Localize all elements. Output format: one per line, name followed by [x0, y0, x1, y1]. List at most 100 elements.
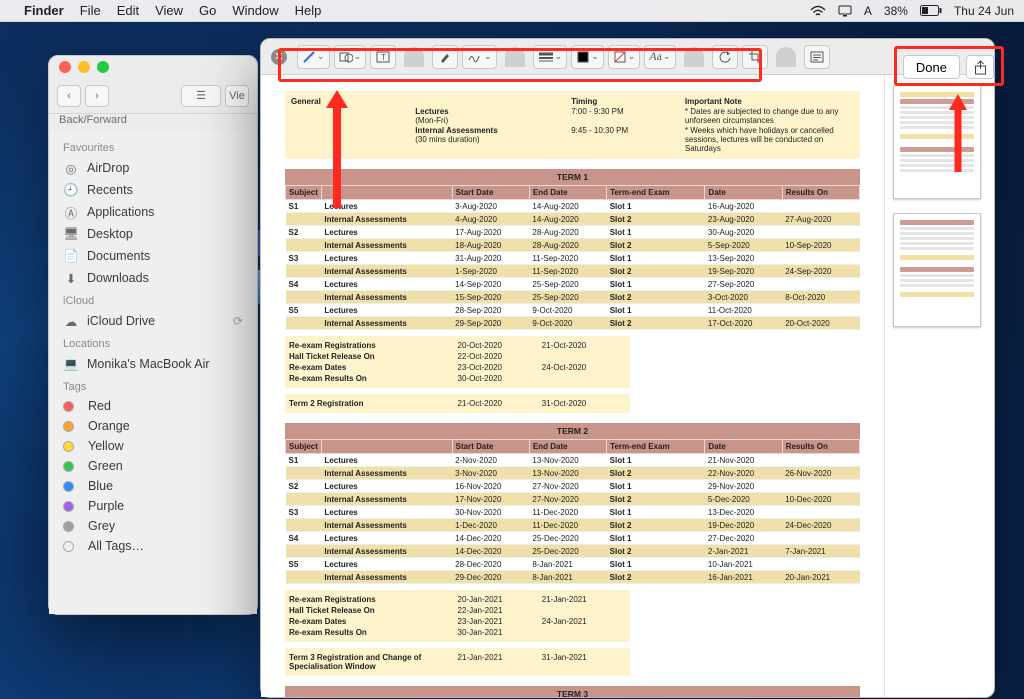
downloads-icon: ⬇ [63, 270, 79, 286]
sidebar-item-label: AirDrop [87, 161, 129, 175]
line-style-icon[interactable]: ⌄ [533, 45, 568, 69]
sidebar-item-label: iCloud Drive [87, 314, 155, 328]
sidebar-item-label: Red [88, 399, 111, 413]
sidebar-item-monika-s-macbook-air[interactable]: 💻 Monika's MacBook Air [49, 353, 257, 375]
tag-dot-icon [63, 421, 74, 432]
rotate-icon[interactable] [712, 45, 738, 69]
sidebar-item-grey[interactable]: Grey [49, 516, 257, 536]
sidebar-item-airdrop[interactable]: ◎ AirDrop [49, 157, 257, 179]
battery-icon[interactable] [920, 5, 942, 16]
menu-window[interactable]: Window [232, 3, 278, 18]
sidebar-item-green[interactable]: Green [49, 456, 257, 476]
zoom-window-icon[interactable] [97, 61, 109, 73]
back-button[interactable]: ‹ [57, 85, 81, 107]
finder-sidebar: Favourites ◎AirDrop🕘RecentsⒶApplications… [49, 130, 257, 614]
tag-dot-icon [63, 401, 74, 412]
crop-icon[interactable] [742, 45, 768, 69]
sidebar-item-label: Applications [87, 205, 154, 219]
sidebar-item-orange[interactable]: Orange [49, 416, 257, 436]
menu-edit[interactable]: Edit [117, 3, 139, 18]
sidebar-item-documents[interactable]: 📄 Documents [49, 245, 257, 267]
markup-toolbar: ✕ ⌄ ⌄ T ⌄ ⌄ ⌄ ⌄ Aa⌄ [261, 39, 994, 75]
term-header: TERM 3 [285, 686, 860, 697]
svg-text:T: T [381, 53, 386, 62]
sidebar-item-label: Orange [88, 419, 130, 433]
wifi-icon[interactable] [810, 5, 826, 17]
minimize-window-icon[interactable] [78, 61, 90, 73]
sidebar-item-desktop[interactable]: 🖥Desktop [49, 223, 257, 245]
sidebar-item-blue[interactable]: Blue [49, 476, 257, 496]
close-markup-icon[interactable]: ✕ [271, 49, 287, 65]
page-thumbnail-2[interactable] [893, 213, 981, 327]
sidebar-item-yellow[interactable]: Yellow [49, 436, 257, 456]
menu-view[interactable]: View [155, 3, 183, 18]
sidebar-item-purple[interactable]: Purple [49, 496, 257, 516]
menubar: Finder File Edit View Go Window Help A 3… [0, 0, 1024, 22]
sync-icon: ⟳ [233, 314, 243, 328]
thumbnail-sidebar [884, 75, 994, 697]
view-mode-button[interactable]: ☰ [181, 85, 221, 107]
language-icon[interactable]: A [864, 4, 872, 18]
sketch-tool-icon[interactable]: ⌄ [297, 45, 330, 69]
sidebar-item-icloud-drive[interactable]: ☁ iCloud Drive ⟳ [49, 310, 257, 332]
sidebar-item-label: Purple [88, 499, 124, 513]
back-forward-label: Back/Forward [49, 114, 257, 130]
finder-window: ‹ › ☰ Vie Back/Forward Favourites ◎AirDr… [48, 55, 258, 615]
laptop-icon: 💻 [63, 356, 79, 372]
border-color-icon[interactable]: ⌄ [571, 45, 604, 69]
sidebar-item-red[interactable]: Red [49, 396, 257, 416]
menubar-clock[interactable]: Thu 24 Jun [954, 4, 1014, 18]
font-style-icon[interactable]: Aa⌄ [644, 45, 675, 69]
page-thumbnail-1[interactable] [893, 85, 981, 199]
text-tool-icon[interactable]: T [370, 45, 396, 69]
section-icloud: iCloud [49, 289, 257, 310]
finder-toolbar: ‹ › ☰ Vie [49, 78, 257, 114]
sidebar-item-label: Documents [87, 249, 150, 263]
sidebar-item-label: All Tags… [88, 539, 144, 553]
view-truncated: Vie [225, 85, 249, 107]
term-table: SubjectStart DateEnd DateTerm-end ExamDa… [285, 185, 860, 330]
icloud-icon: ☁ [63, 313, 79, 329]
term-header: TERM 1 [285, 169, 860, 185]
term-registration-box: Term 2 Registration21-Oct-202031-Oct-202… [285, 394, 630, 413]
tag-dot-icon [63, 521, 74, 532]
tag-dot-icon [63, 441, 74, 452]
tag-dot-icon [63, 481, 74, 492]
description-icon[interactable] [804, 45, 830, 69]
term-registration-box: Term 3 Registration and Change of Specia… [285, 648, 630, 676]
menu-file[interactable]: File [80, 3, 101, 18]
done-button[interactable]: Done [903, 55, 960, 79]
sidebar-item-recents[interactable]: 🕘 Recents [49, 179, 257, 201]
sidebar-item-downloads[interactable]: ⬇ Downloads [49, 267, 257, 289]
general-box: GeneralTimingImportant Note Lectures(Mon… [285, 91, 860, 159]
menu-go[interactable]: Go [199, 3, 216, 18]
recents-icon: 🕘 [63, 182, 79, 198]
app-menu[interactable]: Finder [24, 3, 64, 18]
sidebar-item-label: Downloads [87, 271, 149, 285]
sidebar-item-applications[interactable]: Ⓐ Applications [49, 201, 257, 223]
fill-color-icon[interactable]: ⌄ [608, 45, 641, 69]
battery-pct: 38% [884, 4, 908, 18]
quicklook-window: ✕ ⌄ ⌄ T ⌄ ⌄ ⌄ ⌄ Aa⌄ GeneralTiming [260, 38, 995, 698]
sidebar-item-label: Recents [87, 183, 133, 197]
airdrop-icon: ◎ [63, 160, 79, 176]
sidebar-item-label: Monika's MacBook Air [87, 357, 210, 371]
shapes-tool-icon[interactable]: ⌄ [334, 45, 367, 69]
document-view[interactable]: GeneralTimingImportant Note Lectures(Mon… [261, 75, 884, 697]
sidebar-item-label: Green [88, 459, 123, 473]
highlight-tool-icon[interactable] [432, 45, 458, 69]
sign-tool-icon[interactable]: ⌄ [462, 45, 497, 69]
events-box: Re-exam Registrations20-Oct-202021-Oct-2… [285, 336, 630, 388]
tag-dot-icon [63, 541, 74, 552]
sidebar-item-all-tags-[interactable]: All Tags… [49, 536, 257, 556]
display-icon[interactable] [838, 5, 852, 17]
apps-icon: Ⓐ [63, 204, 79, 220]
events-box: Re-exam Registrations20-Jan-202121-Jan-2… [285, 590, 630, 642]
sidebar-item-label: Yellow [88, 439, 124, 453]
share-button-icon[interactable] [966, 55, 994, 79]
menu-help[interactable]: Help [295, 3, 322, 18]
finder-titlebar[interactable] [49, 56, 257, 78]
close-window-icon[interactable] [59, 61, 71, 73]
forward-button[interactable]: › [85, 85, 109, 107]
docs-icon: 📄 [63, 248, 79, 264]
